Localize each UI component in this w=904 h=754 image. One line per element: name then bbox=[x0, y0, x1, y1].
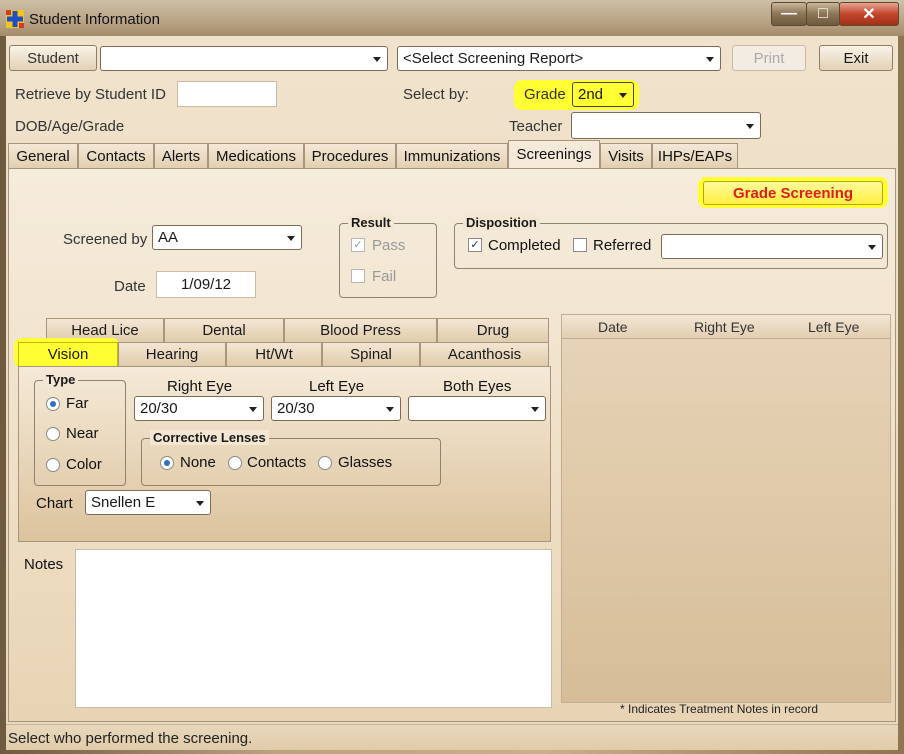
lenses-contacts-radio[interactable] bbox=[228, 456, 242, 470]
chevron-down-icon bbox=[386, 406, 394, 412]
notes-textarea[interactable] bbox=[75, 549, 552, 708]
notes-label: Notes bbox=[24, 556, 64, 573]
exit-button[interactable]: Exit bbox=[819, 45, 893, 71]
both-eyes-select[interactable] bbox=[408, 396, 546, 421]
student-select[interactable] bbox=[100, 46, 388, 71]
date-label: Date bbox=[114, 278, 146, 295]
referred-select[interactable] bbox=[661, 234, 883, 259]
tab-visits[interactable]: Visits bbox=[600, 143, 652, 168]
select-by-label: Select by: bbox=[403, 86, 469, 103]
type-color-label: Color bbox=[66, 456, 102, 473]
result-title: Result bbox=[348, 215, 394, 230]
type-near-label: Near bbox=[66, 425, 99, 442]
referred-label: Referred bbox=[593, 237, 652, 254]
tab-contacts[interactable]: Contacts bbox=[78, 143, 154, 168]
app-window: Student Information — □ ✕ Student <Selec… bbox=[0, 0, 904, 754]
teacher-label: Teacher bbox=[509, 118, 563, 135]
retrieve-label: Retrieve by Student ID bbox=[15, 86, 166, 103]
grade-label: Grade bbox=[524, 86, 566, 103]
lenses-glasses-radio[interactable] bbox=[318, 456, 332, 470]
left-eye-select[interactable]: 20/30 bbox=[271, 396, 401, 421]
tab-dental[interactable]: Dental bbox=[164, 318, 284, 342]
column-right-eye[interactable]: Right Eye bbox=[694, 319, 755, 335]
tab-general[interactable]: General bbox=[8, 143, 78, 168]
tab-immunizations[interactable]: Immunizations bbox=[396, 143, 508, 168]
tab-procedures[interactable]: Procedures bbox=[304, 143, 396, 168]
chevron-down-icon bbox=[373, 56, 381, 62]
referred-checkbox[interactable] bbox=[573, 238, 587, 252]
chevron-down-icon bbox=[868, 244, 876, 250]
lenses-contacts-label: Contacts bbox=[247, 454, 307, 471]
grade-screening-button[interactable]: Grade Screening bbox=[703, 181, 883, 205]
chevron-down-icon bbox=[196, 500, 204, 506]
right-eye-label: Right Eye bbox=[167, 378, 233, 395]
lenses-none-radio[interactable] bbox=[160, 456, 174, 470]
disposition-title: Disposition bbox=[463, 215, 540, 230]
completed-label: Completed bbox=[488, 237, 561, 254]
print-button[interactable]: Print bbox=[732, 45, 806, 71]
pass-label: Pass bbox=[372, 237, 406, 254]
chevron-down-icon bbox=[619, 92, 627, 98]
chevron-down-icon bbox=[531, 406, 539, 412]
grade-select[interactable]: 2nd bbox=[572, 82, 634, 107]
main-content: Student <Select Screening Report> Print … bbox=[6, 36, 898, 750]
status-text: Select who performed the screening. bbox=[8, 730, 253, 747]
result-group: Result bbox=[339, 215, 437, 298]
left-eye-label: Left Eye bbox=[309, 378, 365, 395]
type-far-radio[interactable] bbox=[46, 397, 60, 411]
tab-blood-press[interactable]: Blood Press bbox=[284, 318, 437, 342]
both-eyes-label: Both Eyes bbox=[443, 378, 512, 395]
chart-label: Chart bbox=[36, 495, 73, 512]
fail-checkbox[interactable] bbox=[351, 269, 365, 283]
lenses-none-label: None bbox=[180, 454, 216, 471]
title-bar: Student Information — □ ✕ bbox=[0, 0, 904, 36]
dob-age-grade-label: DOB/Age/Grade bbox=[15, 118, 125, 135]
tab-acanthosis[interactable]: Acanthosis bbox=[420, 342, 549, 366]
screened-by-select[interactable]: AA bbox=[152, 225, 302, 250]
chart-select[interactable]: Snellen E bbox=[85, 490, 211, 515]
type-title: Type bbox=[43, 372, 79, 387]
chevron-down-icon bbox=[287, 235, 295, 241]
screened-by-label: Screened by bbox=[63, 231, 148, 248]
tab-alerts[interactable]: Alerts bbox=[154, 143, 208, 168]
tab-drug[interactable]: Drug bbox=[437, 318, 549, 342]
right-eye-select[interactable]: 20/30 bbox=[134, 396, 264, 421]
screening-report-select[interactable]: <Select Screening Report> bbox=[397, 46, 721, 71]
type-far-label: Far bbox=[66, 395, 89, 412]
column-date[interactable]: Date bbox=[598, 319, 628, 335]
tab-screenings[interactable]: Screenings bbox=[508, 140, 600, 168]
student-id-input[interactable] bbox=[177, 81, 277, 107]
corrective-lenses-title: Corrective Lenses bbox=[150, 430, 269, 445]
pass-checkbox[interactable]: ✓ bbox=[351, 238, 365, 252]
treatment-notes-footnote: * Indicates Treatment Notes in record bbox=[620, 702, 819, 716]
tab-ht-wt[interactable]: Ht/Wt bbox=[226, 342, 322, 366]
status-bar: Select who performed the screening. bbox=[6, 724, 898, 750]
app-logo-icon bbox=[6, 10, 24, 28]
tab-ihps-eaps[interactable]: IHPs/EAPs bbox=[652, 143, 738, 168]
lenses-glasses-label: Glasses bbox=[338, 454, 393, 471]
column-left-eye[interactable]: Left Eye bbox=[808, 319, 859, 335]
type-color-radio[interactable] bbox=[46, 458, 60, 472]
window-title: Student Information bbox=[29, 11, 160, 28]
minimize-button[interactable]: — bbox=[771, 2, 807, 26]
tab-spinal[interactable]: Spinal bbox=[322, 342, 420, 366]
teacher-select[interactable] bbox=[571, 112, 761, 139]
history-grid-header: Date Right Eye Left Eye bbox=[561, 314, 891, 339]
tab-medications[interactable]: Medications bbox=[208, 143, 304, 168]
tab-hearing[interactable]: Hearing bbox=[118, 342, 226, 366]
student-button[interactable]: Student bbox=[9, 45, 97, 71]
type-near-radio[interactable] bbox=[46, 427, 60, 441]
completed-checkbox[interactable]: ✓ bbox=[468, 238, 482, 252]
history-grid[interactable] bbox=[561, 339, 891, 703]
maximize-button[interactable]: □ bbox=[806, 2, 840, 26]
chevron-down-icon bbox=[249, 406, 257, 412]
tab-vision[interactable]: Vision bbox=[18, 342, 118, 366]
chevron-down-icon bbox=[706, 56, 714, 62]
close-button[interactable]: ✕ bbox=[839, 2, 899, 26]
date-input[interactable]: 1/09/12 bbox=[156, 271, 256, 298]
fail-label: Fail bbox=[372, 268, 397, 285]
chevron-down-icon bbox=[746, 123, 754, 129]
main-tabs: General Contacts Alerts Medications Proc… bbox=[6, 140, 898, 168]
